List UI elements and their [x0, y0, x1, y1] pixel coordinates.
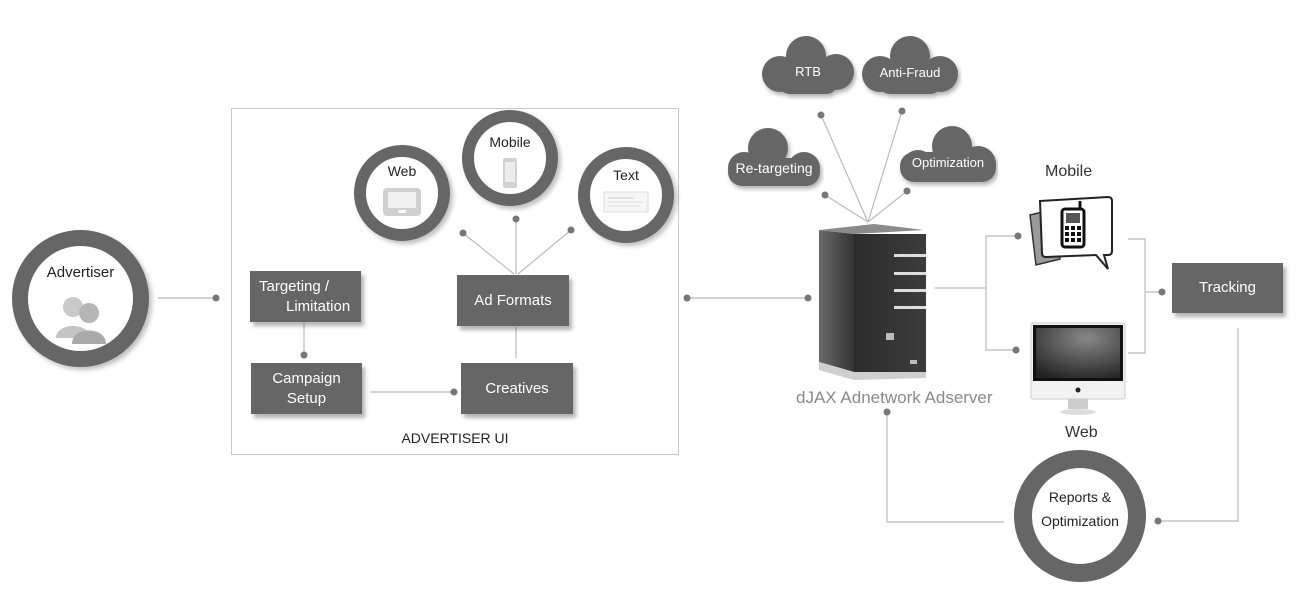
targeting-line1: Targeting / — [259, 277, 330, 295]
web-channel-label: Web — [1065, 424, 1098, 441]
tracking-box[interactable]: Tracking — [1172, 263, 1283, 313]
mobile-phone-chat-icon[interactable] — [1024, 195, 1116, 275]
ad-formats-box[interactable]: Ad Formats — [457, 275, 569, 326]
format-mobile-label: Mobile — [489, 134, 531, 150]
ad-formats-label: Ad Formats — [474, 291, 552, 309]
campaign-line1: Campaign — [272, 369, 341, 387]
format-web[interactable]: Web — [354, 145, 450, 241]
cloud-retargeting-label: Re-targeting — [735, 160, 813, 176]
server-tower-icon — [819, 224, 926, 380]
campaign-line2: Setup — [286, 389, 327, 407]
reports-optimization-node[interactable]: Reports & Optimization — [1014, 450, 1146, 582]
format-mobile[interactable]: Mobile — [462, 110, 558, 206]
cloud-icon — [728, 128, 820, 186]
reports-line2: Optimization — [1041, 513, 1119, 529]
targeting-limitation-box[interactable]: Targeting / Limitation — [250, 271, 361, 322]
cloud-optimization[interactable]: Optimization — [898, 122, 998, 190]
cloud-anti-fraud-label: Anti-Fraud — [879, 65, 941, 80]
creatives-label: Creatives — [485, 379, 549, 397]
format-text[interactable]: Text — [578, 147, 674, 243]
advertiser-label: Advertiser — [46, 264, 115, 281]
advertiser-node[interactable]: Advertiser — [12, 230, 149, 367]
creatives-box[interactable]: Creatives — [461, 363, 573, 414]
targeting-line2: Limitation — [286, 297, 351, 315]
format-text-label: Text — [613, 167, 639, 183]
cloud-rtb[interactable]: RTB — [758, 32, 858, 102]
smartphone-icon — [503, 158, 517, 188]
cloud-anti-fraud[interactable]: Anti-Fraud — [858, 32, 962, 102]
desktop-monitor-icon[interactable] — [1030, 322, 1126, 418]
cloud-rtb-label: RTB — [795, 64, 821, 79]
cloud-retargeting[interactable]: Re-targeting — [724, 124, 824, 192]
format-web-label: Web — [387, 163, 417, 179]
cloud-optimization-label: Optimization — [911, 155, 985, 170]
reports-line1: Reports & — [1048, 489, 1112, 505]
campaign-setup-box[interactable]: Campaign Setup — [251, 363, 362, 414]
advertiser-ui-title: ADVERTISER UI — [401, 430, 509, 446]
mobile-channel-label: Mobile — [1045, 163, 1093, 180]
users-icon — [56, 297, 106, 344]
tracking-label: Tracking — [1199, 279, 1256, 296]
adserver-label: dJAX Adnetwork Adserver — [796, 388, 993, 407]
tablet-icon — [383, 188, 421, 216]
text-ad-icon — [603, 191, 649, 213]
